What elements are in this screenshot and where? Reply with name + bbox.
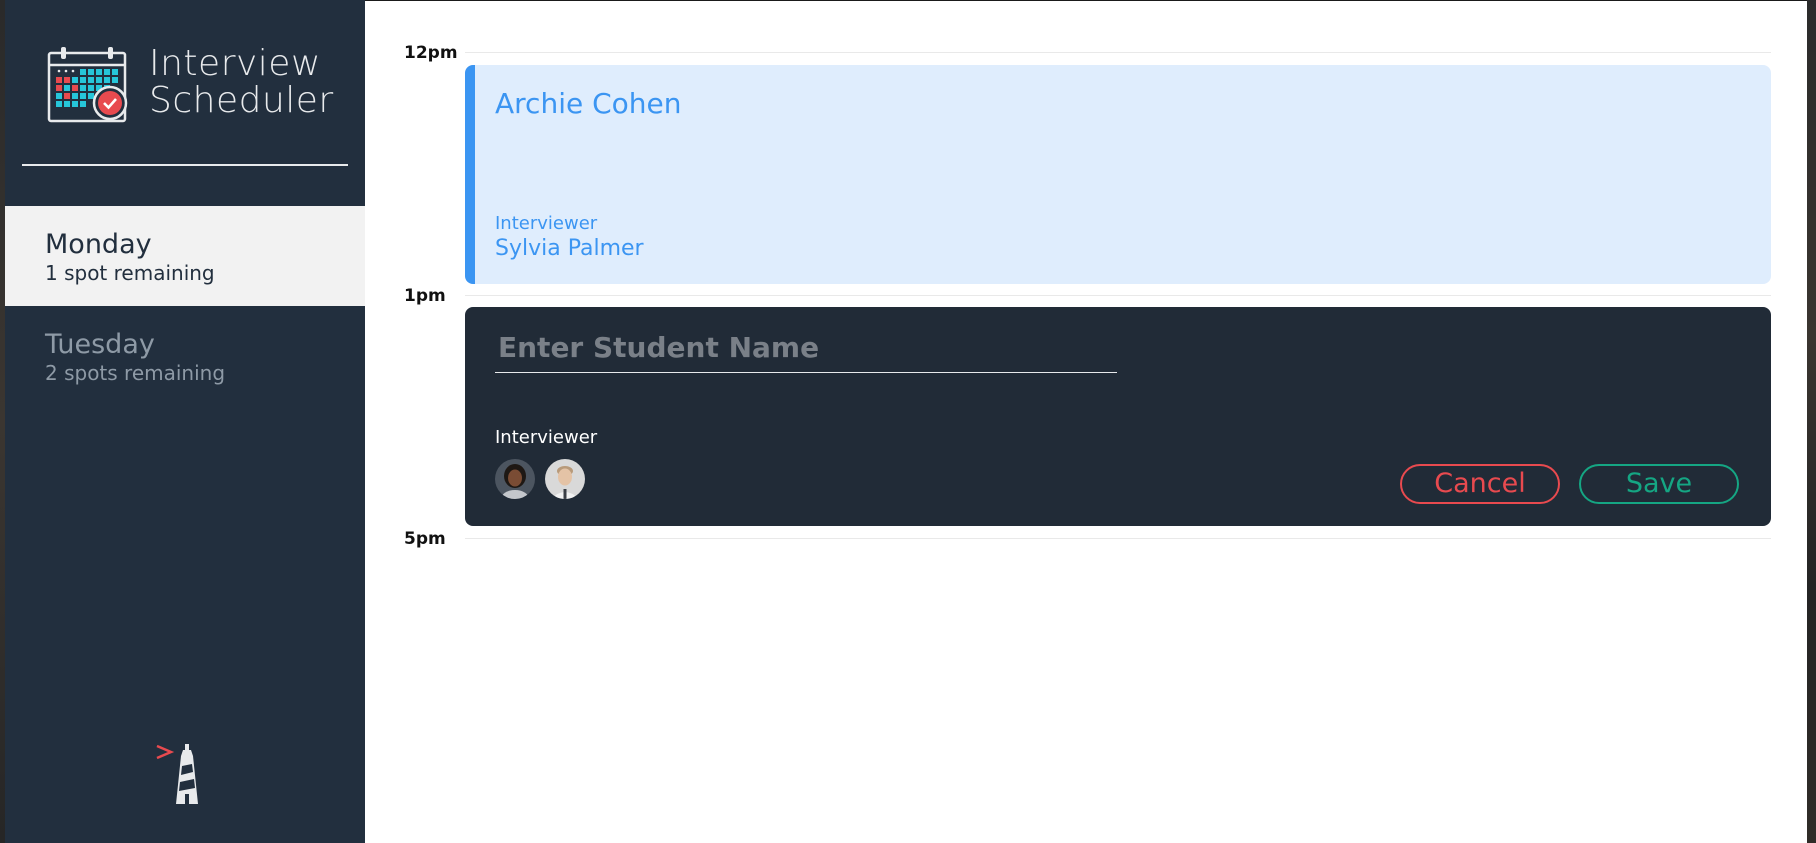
appointment-card[interactable]: Archie Cohen Interviewer Sylvia Palmer [465,65,1771,284]
appointment-student-name: Archie Cohen [495,87,682,120]
day-name: Monday [45,229,152,260]
avatar-image-icon [495,459,535,499]
interviewer-avatar-1[interactable] [495,459,535,499]
day-list-item-monday[interactable]: Monday 1 spot remaining [5,206,365,306]
lighthouse-logo-icon [156,744,198,804]
form-interviewer-label: Interviewer [495,427,598,448]
day-name: Tuesday [45,329,155,360]
sidebar-divider [22,164,348,166]
cancel-button[interactable]: Cancel [1400,464,1560,504]
appointment-form: Interviewer Cancel Save [465,307,1771,526]
student-name-input[interactable] [495,329,1117,373]
hour-line [465,295,1771,296]
window-edge-right [1807,0,1816,843]
hour-line [465,52,1771,53]
interviewer-avatar-2[interactable] [545,459,585,499]
sidebar: Interview Scheduler Monday 1 spot remain… [5,0,365,843]
appointment-interviewer-label: Interviewer [495,213,598,234]
day-spots-remaining: 1 spot remaining [45,261,215,285]
day-list-item-tuesday[interactable]: Tuesday 2 spots remaining [5,306,365,406]
app-title: Interview Scheduler [149,43,334,121]
hour-label: 1pm [404,286,446,306]
calendar-icon [47,47,128,123]
save-button[interactable]: Save [1579,464,1739,504]
appointment-interviewer-name: Sylvia Palmer [495,236,644,261]
hour-line [465,538,1771,539]
day-spots-remaining: 2 spots remaining [45,361,226,385]
hour-label: 12pm [404,43,458,63]
avatar-image-icon [545,459,585,499]
schedule-main: 12pm Archie Cohen Interviewer Sylvia Pal… [365,1,1807,843]
hour-label: 5pm [404,529,446,549]
